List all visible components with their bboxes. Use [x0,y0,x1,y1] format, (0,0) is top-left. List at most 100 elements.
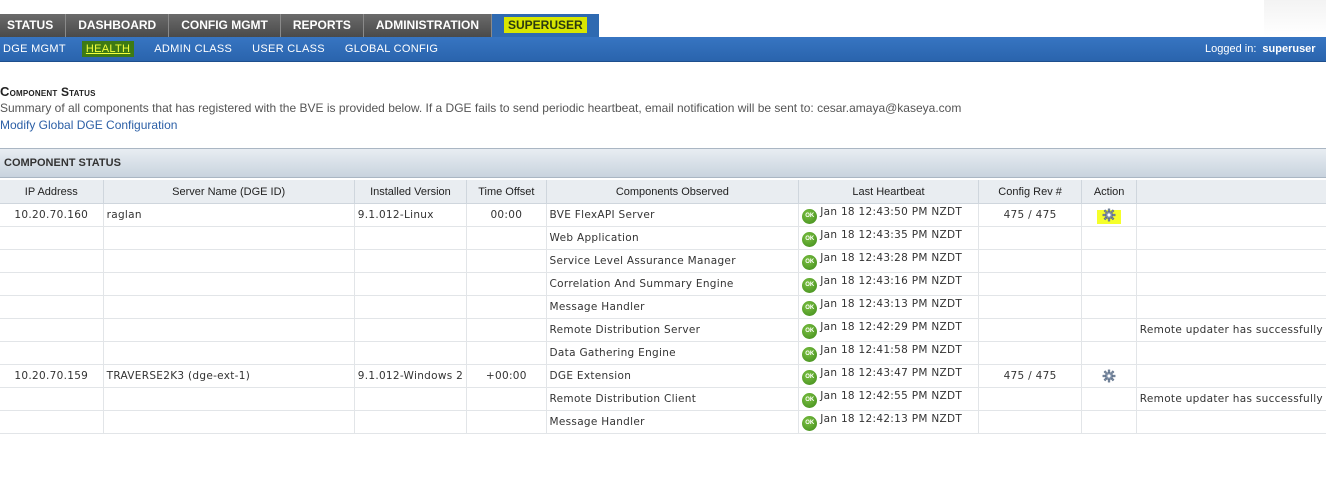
cell-ip-address: 10.20.70.160 [0,203,104,227]
table-row: Message Handler OK Jan 18 12:42:13 PM NZDT [0,410,1326,434]
settings-gear-icon[interactable] [1102,208,1116,222]
cell-installed-version: 9.1.012-Windows 2 [353,364,468,388]
tab-status[interactable]: STATUS [0,14,67,37]
cell-time-offset [466,318,547,342]
cell-config-rev: 475 / 475 [977,203,1083,227]
subnav-admin-class[interactable]: ADMIN CLASS [154,43,232,55]
cell-server-name: raglan [102,203,355,227]
col-last-heartbeat[interactable]: Last Heartbeat [798,180,979,204]
cell-component: BVE FlexAPI Server [545,203,800,227]
cell-time-offset: +00:00 [466,364,547,388]
settings-gear-icon[interactable] [1102,369,1116,383]
ok-status-icon: OK [802,347,818,362]
cell-last-heartbeat: OK Jan 18 12:43:16 PM NZDT [798,272,979,296]
tab-reports[interactable]: REPORTS [280,14,364,37]
cell-ip-address [0,341,104,365]
cell-installed-version: 9.1.012-Linux [353,203,468,227]
cell-config-rev [977,272,1083,296]
logged-in-user: superuser [1262,43,1316,55]
cell-time-offset [466,410,547,434]
cell-time-offset [466,295,547,319]
panel-title: COMPONENT STATUS [4,157,121,169]
col-ip-address[interactable]: IP Address [0,180,104,204]
heartbeat-time: Jan 18 12:42:29 PM NZDT [820,321,963,333]
cell-component: Data Gathering Engine [545,341,800,365]
cell-ip-address [0,387,104,411]
cell-time-offset [466,387,547,411]
modify-global-dge-config-link[interactable]: Modify Global DGE Configuration [0,118,177,132]
action-icon-wrap[interactable] [1097,208,1122,224]
cell-action [1081,295,1137,319]
top-right-fade [1264,0,1326,36]
ok-status-icon: OK [802,278,818,293]
cell-message: Remote updater has successfully [1135,387,1326,411]
cell-ip-address [0,272,104,296]
tab-dashboard[interactable]: DASHBOARD [66,14,170,37]
table-row: Correlation And Summary Engine OK Jan 18 1… [0,272,1326,296]
subnav-user-class[interactable]: USER CLASS [252,43,325,55]
cell-message: Remote updater has successfully [1135,318,1326,342]
cell-action [1081,387,1137,411]
col-time-offset[interactable]: Time Offset [466,180,547,204]
ok-status-icon: OK [802,301,818,316]
table-row: Remote Distribution Server OK Jan 18 12:42… [0,318,1326,342]
col-action: Action [1081,180,1137,204]
cell-last-heartbeat: OK Jan 18 12:42:13 PM NZDT [798,410,979,434]
col-components-observed[interactable]: Components Observed [545,180,800,204]
component-status-panel-header: COMPONENT STATUS [0,148,1326,178]
cell-message [1135,203,1326,227]
table-row: 10.20.70.160 raglan 9.1.012-Linux 00:00 BVE … [0,203,1326,227]
ok-status-icon: OK [802,370,818,385]
cell-last-heartbeat: OK Jan 18 12:42:55 PM NZDT [798,387,979,411]
main-nav: STATUS DASHBOARD CONFIG MGMT REPORTS ADM… [0,14,599,37]
cell-server-name [102,226,355,250]
col-installed-version[interactable]: Installed Version [353,180,468,204]
cell-server-name [102,410,355,434]
cell-server-name [102,295,355,319]
cell-config-rev [977,410,1083,434]
cell-component: Message Handler [545,410,800,434]
subnav-health[interactable]: HEALTH [81,41,135,57]
table-body: 10.20.70.160 raglan 9.1.012-Linux 00:00 BVE … [0,203,1326,434]
table-row: Remote Distribution Client OK Jan 18 12:42… [0,387,1326,411]
cell-message [1135,226,1326,250]
ok-status-icon: OK [802,209,818,224]
tab-superuser[interactable]: SUPERUSER [492,14,599,37]
cell-ip-address [0,318,104,342]
cell-config-rev [977,249,1083,273]
cell-installed-version [353,249,468,273]
cell-server-name [102,249,355,273]
tab-administration[interactable]: ADMINISTRATION [363,14,492,37]
cell-component: Service Level Assurance Manager [545,249,800,273]
cell-time-offset [466,272,547,296]
cell-ip-address [0,226,104,250]
subnav-global-config[interactable]: GLOBAL CONFIG [345,43,438,55]
subnav-dge-mgmt[interactable]: DGE MGMT [3,43,66,55]
ok-status-icon: OK [802,255,818,270]
heartbeat-time: Jan 18 12:41:58 PM NZDT [820,344,963,356]
cell-last-heartbeat: OK Jan 18 12:41:58 PM NZDT [798,341,979,365]
cell-config-rev [977,226,1083,250]
cell-config-rev [977,341,1083,365]
cell-component: Remote Distribution Server [545,318,800,342]
action-icon-wrap[interactable] [1102,369,1116,384]
cell-action [1081,272,1137,296]
col-server-name[interactable]: Server Name (DGE ID) [102,180,355,204]
cell-installed-version [353,410,468,434]
cell-installed-version [353,226,468,250]
cell-config-rev [977,387,1083,411]
ok-status-icon: OK [802,393,818,408]
heartbeat-time: Jan 18 12:43:28 PM NZDT [820,252,963,264]
page-title: Component Status [0,84,96,99]
cell-action [1081,364,1137,388]
cell-component: Remote Distribution Client [545,387,800,411]
cell-time-offset [466,341,547,365]
tab-config-mgmt[interactable]: CONFIG MGMT [169,14,281,37]
col-config-rev[interactable]: Config Rev # [977,180,1083,204]
cell-message [1135,341,1326,365]
cell-component: Message Handler [545,295,800,319]
heartbeat-time: Jan 18 12:42:13 PM NZDT [820,413,963,425]
cell-message [1135,364,1326,388]
cell-time-offset: 00:00 [466,203,547,227]
ok-status-icon: OK [802,416,818,431]
